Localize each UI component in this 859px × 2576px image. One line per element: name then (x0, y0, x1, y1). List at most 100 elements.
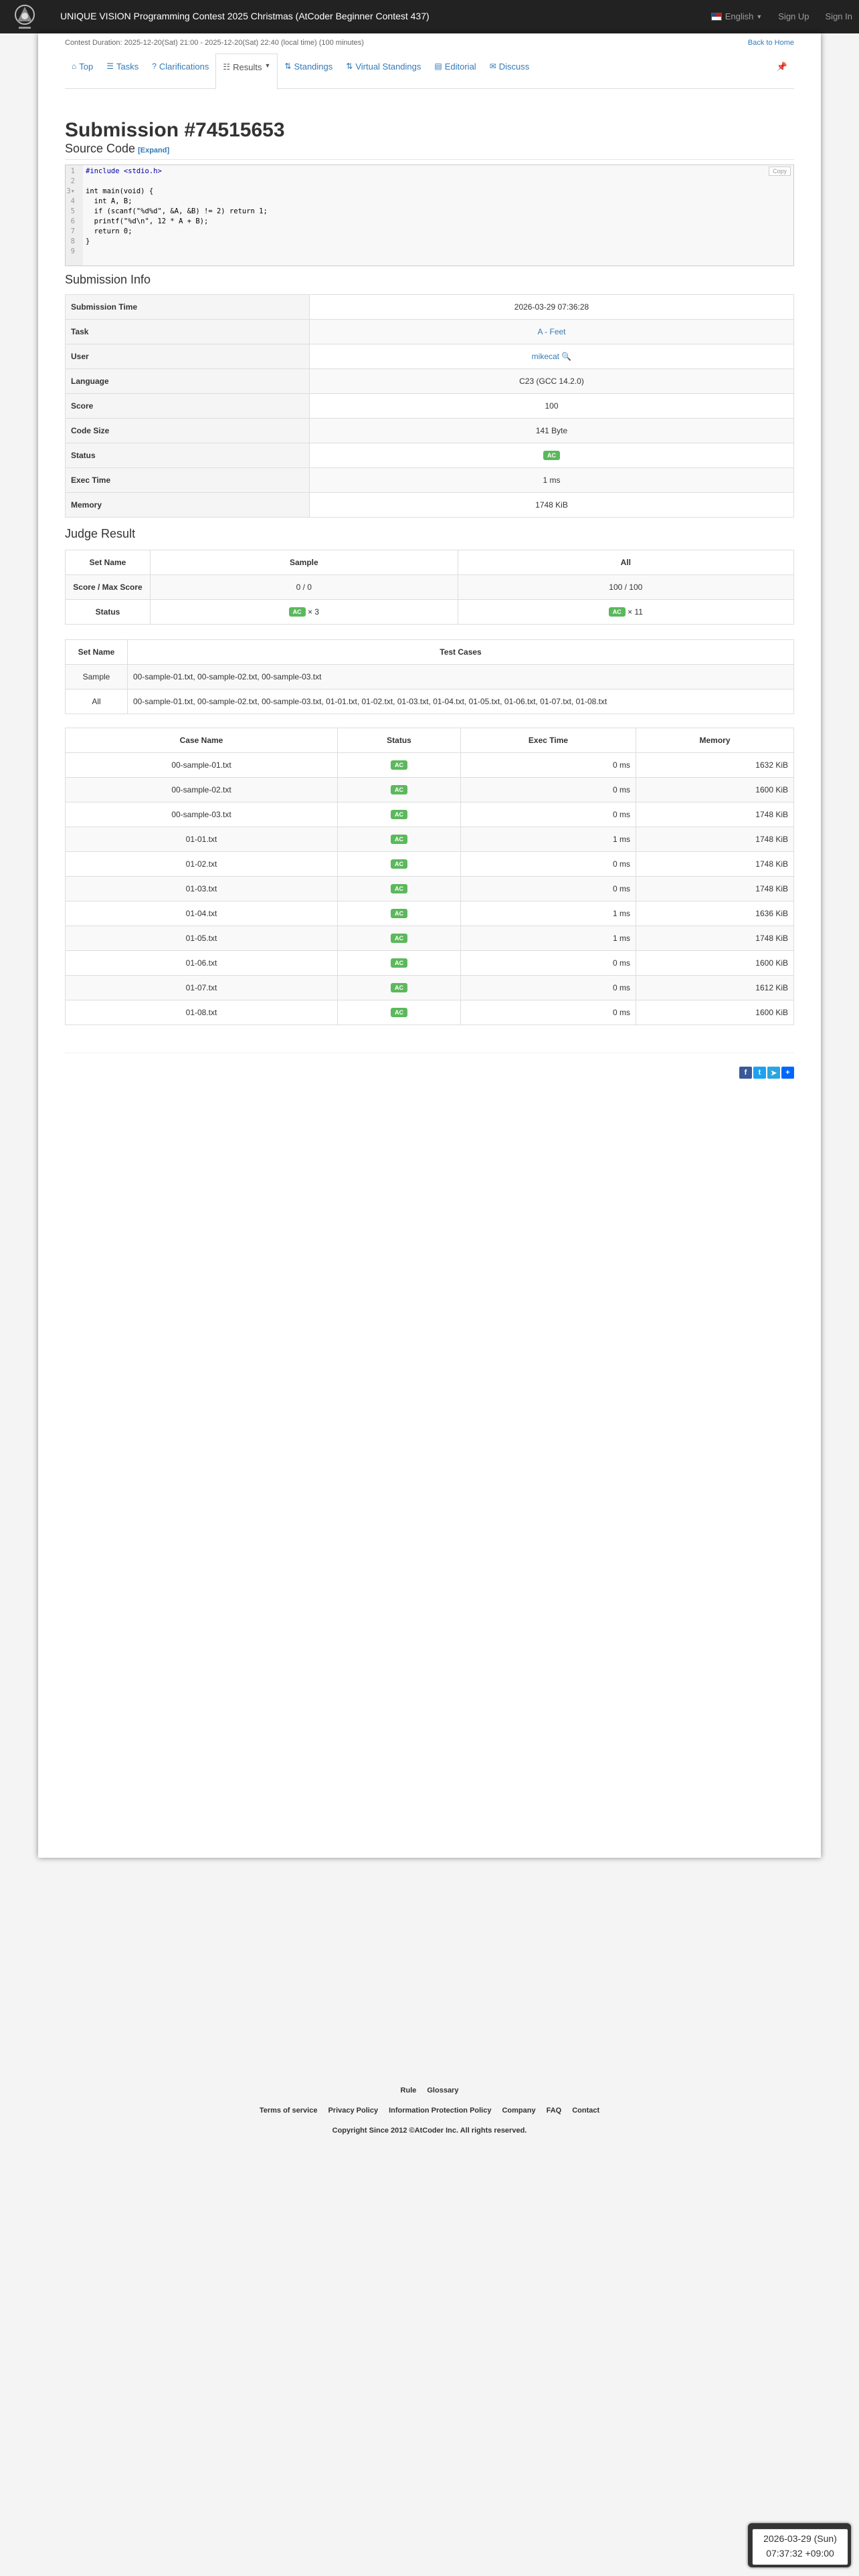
home-icon: ⌂ (72, 62, 77, 71)
exec-time: 1 ms (460, 901, 636, 926)
faq-link[interactable]: FAQ (547, 2107, 562, 2115)
code-line: 7 return 0; (70, 227, 132, 235)
table-row: 01-03.txt AC 0 ms 1748 KiB (65, 876, 794, 901)
memory: 1748 KiB (636, 876, 794, 901)
contact-link[interactable]: Contact (572, 2107, 599, 2115)
exec-time: 0 ms (460, 975, 636, 1000)
judge-result-heading: Judge Result (65, 527, 136, 540)
ac-count: × 11 (628, 607, 643, 617)
code-line: 3▾ int main(void) { (66, 187, 154, 195)
share-plus-icon[interactable]: + (781, 1067, 794, 1079)
sign-in-link[interactable]: Sign In (826, 11, 852, 21)
status-cell: AC (337, 975, 461, 1000)
table-row: 01-05.txt AC 1 ms 1748 KiB (65, 926, 794, 951)
code-line: 9 (70, 247, 75, 255)
judge-summary-table: Set Name Sample All Score / Max Score 0 … (65, 550, 795, 625)
exec-time: 1 ms (460, 926, 636, 951)
all-score: 100 / 100 (457, 574, 795, 600)
info-label: Memory (65, 492, 310, 518)
tab-label: Results (233, 62, 262, 72)
table-row: 01-07.txt AC 0 ms 1612 KiB (65, 975, 794, 1000)
submission-time: 2026-03-29 07:36:28 (309, 294, 794, 320)
case-name: 00-sample-03.txt (65, 802, 338, 827)
tab-discuss[interactable]: ✉ Discuss (483, 53, 537, 88)
ac-count: × 3 (307, 607, 319, 617)
atcoder-logo[interactable] (8, 1, 41, 32)
pin-icon[interactable]: 📌 (777, 62, 787, 72)
table-row: 00-sample-03.txt AC 0 ms 1748 KiB (65, 802, 794, 827)
copyright: Copyright Since 2012 ©AtCoder Inc. All r… (332, 2127, 527, 2135)
facebook-icon[interactable]: f (739, 1067, 752, 1079)
tab-standings[interactable]: ⇅ Standings (278, 53, 339, 88)
tab-label: Discuss (498, 62, 530, 72)
table-row: Set Name Sample All (65, 550, 795, 575)
memory: 1612 KiB (636, 975, 794, 1000)
contest-title-link[interactable]: UNIQUE VISION Programming Contest 2025 C… (60, 11, 430, 21)
sort-icon: ⇅ (346, 62, 353, 71)
rule-link[interactable]: Rule (401, 2086, 417, 2095)
sort-icon: ⇅ (284, 62, 292, 71)
book-icon: ▤ (434, 62, 442, 71)
tab-label: Editorial (444, 62, 476, 72)
column-header: Case Name (65, 728, 338, 753)
tab-label: Standings (294, 62, 333, 72)
tab-results[interactable]: ☷ Results ▼ (215, 53, 278, 90)
column-header: All (457, 550, 795, 575)
exec-time: 0 ms (460, 876, 636, 901)
code-line: 8} (70, 237, 90, 245)
back-to-home-link[interactable]: Back to Home (748, 39, 794, 47)
info-protection-link[interactable]: Information Protection Policy (389, 2107, 491, 2115)
table-row: 00-sample-02.txt AC 0 ms 1600 KiB (65, 777, 794, 802)
status-badge: AC (288, 607, 306, 617)
tab-virtual-standings[interactable]: ⇅ Virtual Standings (339, 53, 427, 88)
language-dropdown[interactable]: English ▼ (710, 11, 762, 21)
memory: 1600 KiB (636, 950, 794, 976)
twitter-icon[interactable]: t (753, 1067, 766, 1079)
memory: 1636 KiB (636, 901, 794, 926)
tab-label: Tasks (116, 62, 139, 72)
expand-link[interactable]: [Expand] (138, 146, 169, 154)
telegram-icon[interactable]: ➤ (767, 1067, 780, 1079)
info-label: Language (65, 368, 310, 394)
info-label: Task (65, 319, 310, 344)
info-label: Code Size (65, 418, 310, 443)
row-label: Score / Max Score (65, 574, 151, 600)
info-label: Score (65, 393, 310, 419)
submission-info-table: Submission Time 2026-03-29 07:36:28 Task A… (65, 294, 794, 518)
tab-editorial[interactable]: ▤ Editorial (427, 53, 482, 88)
task-link[interactable]: A - Feet (537, 327, 565, 336)
info-label: Submission Time (65, 294, 310, 320)
memory: 1632 KiB (636, 752, 794, 778)
user-link[interactable]: mikecat (532, 352, 559, 361)
glossary-link[interactable]: Glossary (427, 2086, 458, 2095)
tab-top[interactable]: ⌂ Top (65, 53, 100, 88)
terms-link[interactable]: Terms of service (260, 2107, 318, 2115)
status-cell: AC (337, 777, 461, 802)
score-value: 100 (309, 393, 794, 419)
sign-up-link[interactable]: Sign Up (778, 11, 809, 21)
privacy-link[interactable]: Privacy Policy (328, 2107, 378, 2115)
language-label: English (725, 11, 754, 21)
status-badge: AC (391, 934, 407, 944)
code-line: 5 if (scanf("%d%d", &A, &B) != 2) return… (70, 207, 268, 215)
tab-clarifications[interactable]: ? Clarifications (145, 53, 215, 88)
comment-icon: ✉ (489, 62, 496, 71)
table-row: Language C23 (GCC 14.2.0) (65, 368, 794, 394)
case-name: 01-01.txt (65, 827, 338, 852)
copy-button[interactable]: Copy (768, 167, 791, 176)
status-badge: AC (391, 810, 407, 820)
code-line: 2 (70, 177, 75, 185)
table-row: Status AC (65, 443, 794, 468)
exec-time: 0 ms (460, 851, 636, 877)
test-case-list: 00-sample-01.txt, 00-sample-02.txt, 00-s… (127, 689, 794, 714)
test-sets-table: Set Name Test Cases Sample 00-sample-01.… (65, 639, 794, 714)
status-badge: AC (391, 958, 407, 968)
search-icon[interactable]: 🔍 (561, 352, 571, 361)
memory: 1748 KiB (636, 926, 794, 951)
submission-info-heading: Submission Info (65, 273, 151, 286)
code-line: 4 int A, B; (70, 197, 132, 205)
user-cell: mikecat 🔍 (309, 344, 794, 369)
tab-tasks[interactable]: ☰ Tasks (100, 53, 145, 88)
company-link[interactable]: Company (502, 2107, 535, 2115)
row-label: Status (65, 599, 151, 625)
